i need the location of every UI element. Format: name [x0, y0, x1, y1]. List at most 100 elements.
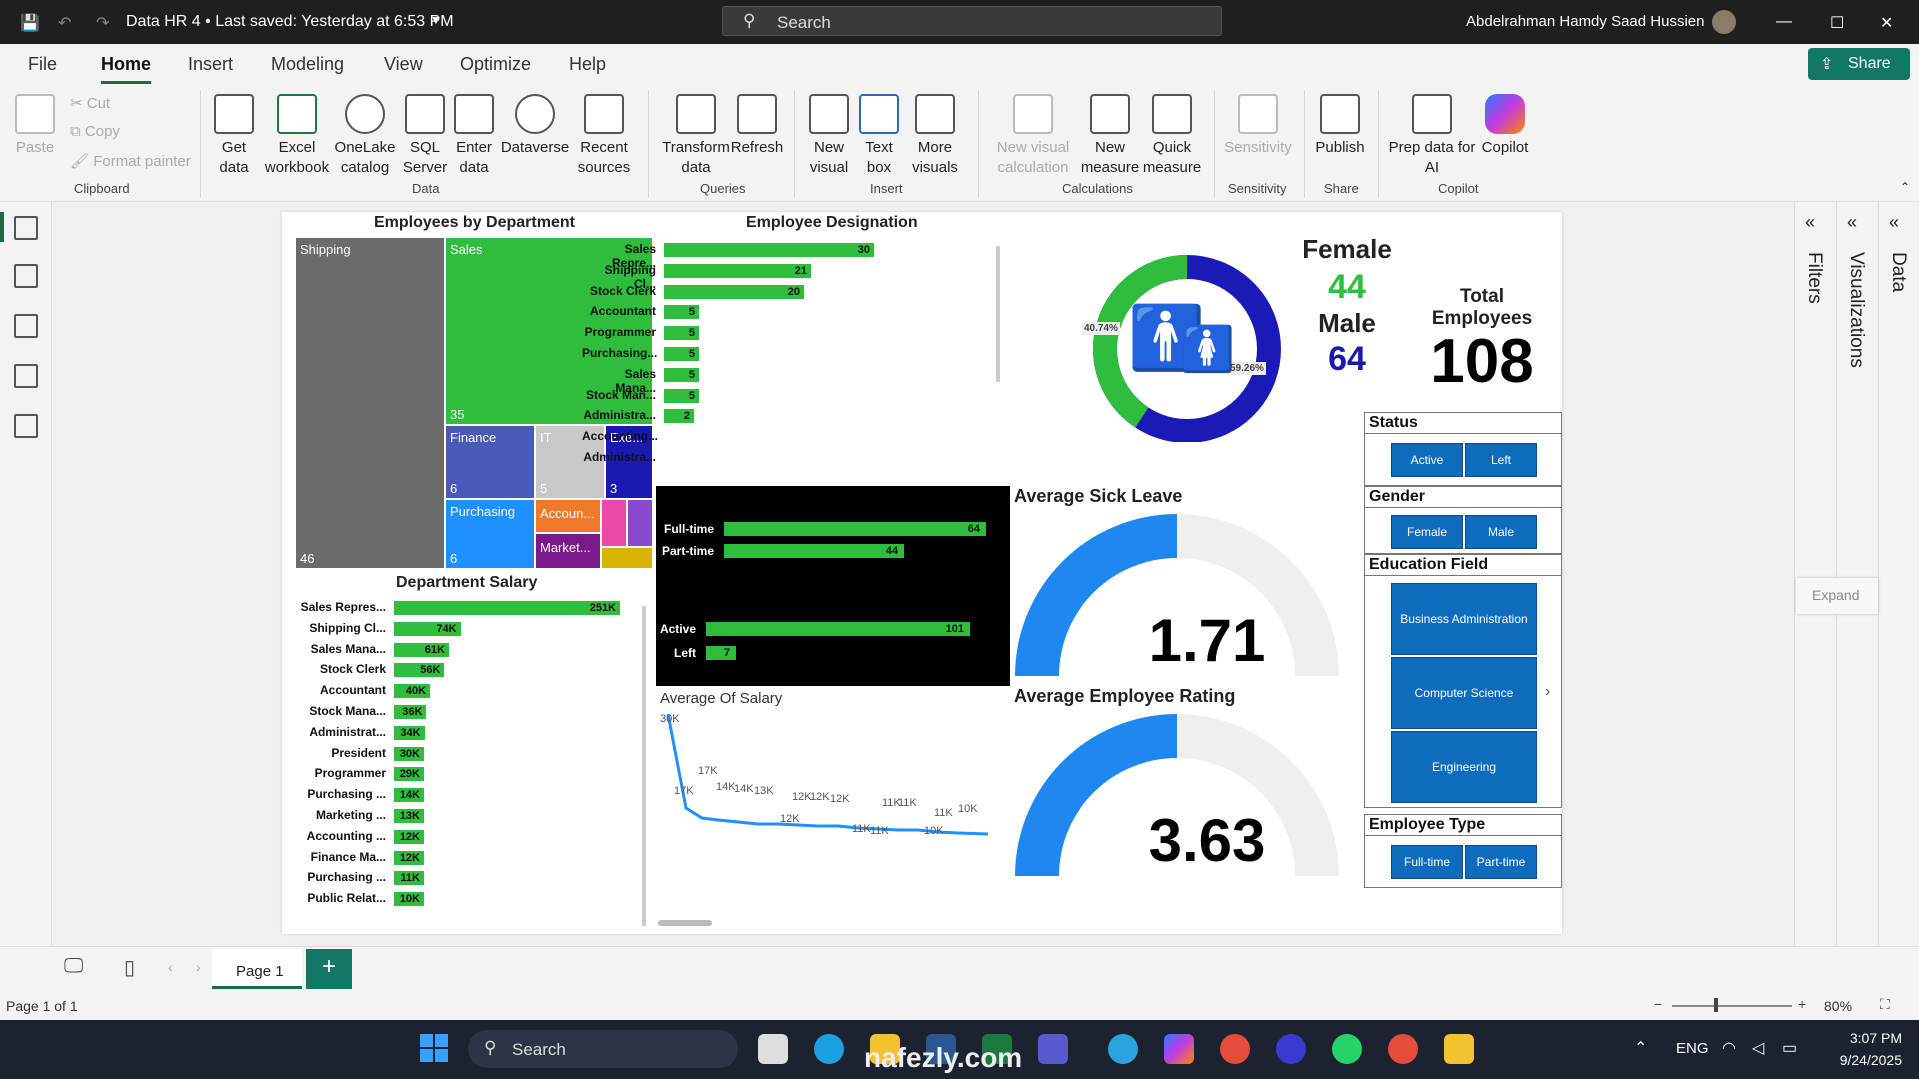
treemap-tile-accounting[interactable]: Accoun... [536, 500, 600, 532]
save-icon[interactable]: 💾 [20, 13, 40, 33]
chevron-right-icon[interactable]: › [1545, 683, 1550, 701]
onelake-catalog-button[interactable]: OneLake catalog [332, 94, 398, 178]
battery-icon[interactable]: ▭ [1782, 1038, 1797, 1058]
mobile-layout-icon[interactable]: ▯ [124, 955, 135, 980]
add-page-button[interactable]: + [306, 949, 352, 989]
close-icon[interactable]: ✕ [1880, 13, 1893, 33]
dataverse-button[interactable]: Dataverse [500, 94, 570, 158]
slicer-option-male[interactable]: Male [1465, 515, 1537, 549]
table-view-icon[interactable] [14, 264, 38, 288]
zoom-slider-thumb[interactable] [1714, 998, 1718, 1012]
start-icon[interactable] [420, 1034, 448, 1062]
more-visuals-button[interactable]: More visuals [904, 94, 966, 178]
menu-view[interactable]: View [384, 54, 423, 75]
new-visual-button[interactable]: New visual [802, 94, 856, 178]
zoom-out-icon[interactable]: − [1654, 996, 1662, 1012]
isp-icon[interactable] [1276, 1034, 1306, 1064]
treemap-tile-finance[interactable]: Finance 6 [446, 426, 534, 498]
dax-query-icon[interactable] [14, 364, 38, 388]
paste-button[interactable]: Paste [12, 94, 58, 158]
minimize-icon[interactable]: — [1776, 13, 1792, 31]
redo-icon[interactable]: ↷ [96, 13, 109, 33]
cut-button[interactable]: ✂ Cut [70, 94, 110, 112]
volume-icon[interactable]: ◁ [1752, 1038, 1764, 1058]
menu-help[interactable]: Help [569, 54, 606, 75]
slicer-option-full-time[interactable]: Full-time [1391, 845, 1463, 879]
desktop-layout-icon[interactable]: 🖵 [64, 955, 83, 978]
horizontal-scrollbar[interactable] [658, 920, 712, 926]
new-measure-button[interactable]: New measure [1080, 94, 1140, 178]
chevron-down-icon[interactable]: ▼ [430, 13, 442, 27]
report-view-icon[interactable] [14, 216, 38, 240]
search-input[interactable]: ⚲ Search [722, 6, 1222, 36]
filters-pane[interactable]: « Filters [1794, 202, 1834, 946]
zoom-slider[interactable] [1672, 1005, 1792, 1007]
designation-bar-chart[interactable]: Sales Repre... 30 Shipping Cl... 21 Stock Cl… [582, 242, 882, 468]
menu-modeling[interactable]: Modeling [271, 54, 344, 75]
menu-optimize[interactable]: Optimize [460, 54, 531, 75]
type-status-bar-chart[interactable]: Full-time 64 Part-time 44 Active 101 Left 7 [656, 486, 1010, 686]
next-page-icon[interactable]: › [196, 959, 201, 975]
undo-icon[interactable]: ↶ [58, 13, 71, 33]
file-title[interactable]: Data HR 4 • Last saved: Yesterday at 6:5… [126, 13, 454, 31]
quick-measure-button[interactable]: Quick measure [1142, 94, 1202, 178]
taskbar-search[interactable]: ⚲ Search [468, 1030, 738, 1068]
education-slicer[interactable]: Education Field Business Administration … [1364, 554, 1562, 808]
zoom-in-icon[interactable]: + [1798, 996, 1806, 1012]
treemap-tile-other[interactable] [602, 500, 626, 546]
expand-tooltip[interactable]: Expand [1796, 578, 1878, 614]
avatar[interactable] [1712, 10, 1736, 34]
excel-workbook-button[interactable]: Excel workbook [262, 94, 332, 178]
recent-sources-button[interactable]: Recent sources [570, 94, 638, 178]
slicer-option-female[interactable]: Female [1391, 515, 1463, 549]
copilot-app-icon[interactable] [1164, 1034, 1194, 1064]
slicer-option-active[interactable]: Active [1391, 443, 1463, 477]
slicer-option-engineering[interactable]: Engineering [1391, 731, 1537, 803]
menu-home[interactable]: Home [101, 54, 152, 84]
treemap-tile-marketing[interactable]: Market... [536, 534, 600, 568]
text-box-button[interactable]: Text box [856, 94, 902, 178]
telegram-icon[interactable] [1108, 1034, 1138, 1064]
copilot-button[interactable]: Copilot [1470, 94, 1540, 158]
wifi-icon[interactable]: ◠ [1722, 1038, 1736, 1058]
slicer-option-business-administration[interactable]: Business Administration [1391, 583, 1537, 655]
scrollbar[interactable] [996, 246, 1000, 382]
collapse-icon[interactable]: « [1805, 212, 1815, 233]
transform-data-button[interactable]: Transform data [656, 94, 736, 178]
gender-slicer[interactable]: Gender Female Male [1364, 486, 1562, 554]
model-view-icon[interactable] [14, 314, 38, 338]
treemap-tile-other[interactable] [602, 548, 652, 568]
sql-server-button[interactable]: SQL Server [400, 94, 450, 178]
tray-chevron-icon[interactable]: ⌃ [1634, 1038, 1647, 1058]
publish-button[interactable]: Publish [1310, 94, 1370, 158]
previous-page-icon[interactable]: ‹ [168, 959, 173, 975]
new-visual-calculation-button[interactable]: New visual calculation [988, 94, 1078, 178]
visualizations-pane[interactable]: « Visualizations [1836, 202, 1876, 946]
report-canvas[interactable]: Employees by Department Shipping 46 Sales… [282, 212, 1562, 934]
status-slicer[interactable]: Status Active Left [1364, 412, 1562, 486]
menu-file[interactable]: File [28, 54, 57, 75]
refresh-button[interactable]: Refresh [730, 94, 784, 158]
treemap-tile-shipping[interactable]: Shipping 46 [296, 238, 444, 568]
slicer-option-left[interactable]: Left [1465, 443, 1537, 477]
tab-page-1[interactable]: Page 1 [212, 949, 302, 989]
tmdl-view-icon[interactable] [14, 414, 38, 438]
task-view-icon[interactable] [758, 1034, 788, 1064]
dept-salary-bar-chart[interactable]: Sales Repres... 251K Shipping Cl... 74K Sale… [286, 600, 646, 930]
language-indicator[interactable]: ENG [1676, 1040, 1709, 1057]
treemap-tile-purchasing[interactable]: Purchasing 6 [446, 500, 534, 568]
menu-insert[interactable]: Insert [188, 54, 233, 75]
data-pane[interactable]: « Data [1878, 202, 1918, 946]
treemap-tile-other[interactable] [628, 500, 652, 546]
chrome-profile-icon[interactable] [1388, 1034, 1418, 1064]
whatsapp-icon[interactable] [1332, 1034, 1362, 1064]
edge-icon[interactable] [814, 1034, 844, 1064]
slicer-option-part-time[interactable]: Part-time [1465, 845, 1537, 879]
chrome-icon[interactable] [1220, 1034, 1250, 1064]
sensitivity-button[interactable]: Sensitivity [1220, 94, 1296, 158]
prep-data-for-ai-button[interactable]: Prep data for AI [1384, 94, 1480, 178]
copy-button[interactable]: ⧉ Copy [70, 123, 120, 140]
collapse-icon[interactable]: « [1889, 212, 1899, 233]
maximize-icon[interactable]: ☐ [1830, 13, 1844, 33]
teams-icon[interactable] [1038, 1034, 1068, 1064]
